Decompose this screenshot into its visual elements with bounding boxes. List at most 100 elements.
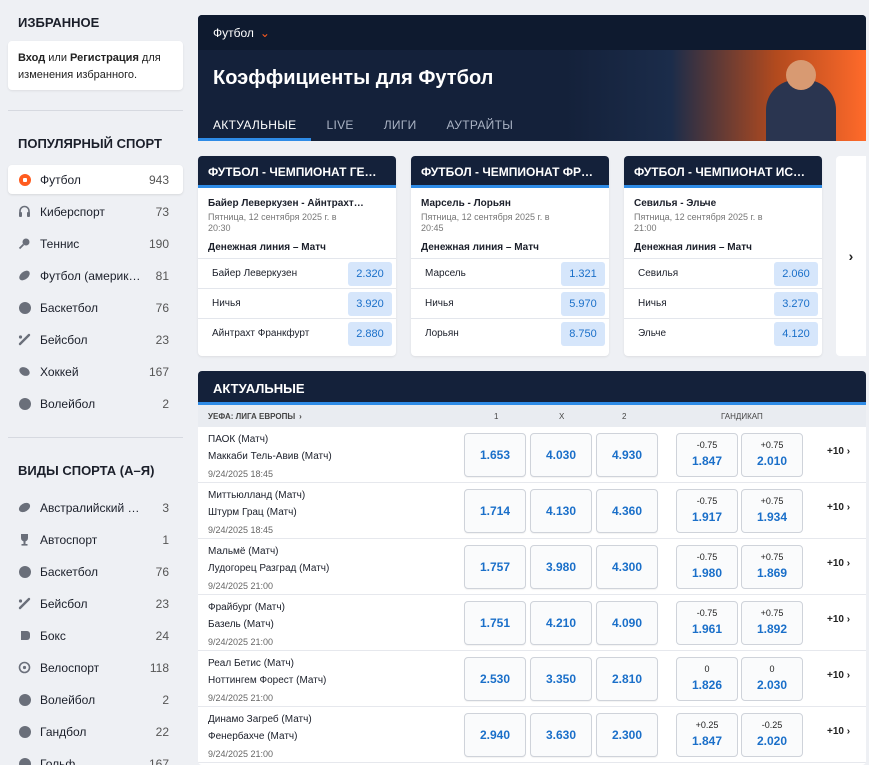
handicap-home-button[interactable]: -0.75 1.847 — [676, 433, 738, 477]
odds-x-button[interactable]: 3.630 — [530, 713, 592, 757]
handicap-away-button[interactable]: +0.75 1.892 — [741, 601, 803, 645]
tab-live[interactable]: LIVE — [311, 111, 368, 141]
tab-actual[interactable]: АКТУАЛЬНЫЕ — [198, 111, 312, 141]
match-row[interactable]: ПАОК (Матч) Маккаби Тель-Авив (Матч) 9/2… — [198, 427, 866, 483]
odds-2-button[interactable]: 4.930 — [596, 433, 658, 477]
odds-1-button[interactable]: 1.757 — [464, 545, 526, 589]
sidebar-item-football[interactable]: Футбол 943 — [8, 165, 183, 194]
odds-button[interactable]: 2.320 — [348, 262, 392, 286]
match-row[interactable]: Миттьюлланд (Матч) Штурм Грац (Матч) 9/2… — [198, 483, 866, 539]
odds-row[interactable]: Марсель 1.321 — [411, 258, 609, 288]
handicap-home-button[interactable]: +0.25 1.847 — [676, 713, 738, 757]
odds-2-button[interactable]: 4.300 — [596, 545, 658, 589]
sidebar-item-basketball[interactable]: Баскетбол 76 — [8, 293, 183, 322]
actual-matches-panel: АКТУАЛЬНЫЕ УЕФА: ЛИГА ЕВРОПЫ › 1 X 2 ГАН… — [198, 371, 866, 765]
odds-row[interactable]: Севилья 2.060 — [624, 258, 822, 288]
match-row[interactable]: Реал Бетис (Матч) Ноттингем Форест (Матч… — [198, 651, 866, 707]
sidebar-item-american-football[interactable]: Футбол (америк… 81 — [8, 261, 183, 290]
more-markets-button[interactable]: +10 › — [827, 558, 850, 569]
odds-1-button[interactable]: 2.940 — [464, 713, 526, 757]
card-match-title[interactable]: Севилья - Эльче — [624, 188, 822, 209]
sidebar-item-volleyball[interactable]: Волейбол 2 — [8, 389, 183, 418]
sidebar-item-tennis[interactable]: Теннис 190 — [8, 229, 183, 258]
card-league[interactable]: ФУТБОЛ - ЧЕМПИОНАТ ГЕ… — [198, 156, 396, 188]
sidebar-item-basketball-az[interactable]: Баскетбол 76 — [8, 557, 183, 586]
odds-1-button[interactable]: 1.751 — [464, 601, 526, 645]
card-match-title[interactable]: Байер Леверкузен - Айнтрахт… — [198, 188, 396, 209]
card-match-title[interactable]: Марсель - Лорьян — [411, 188, 609, 209]
odds-row[interactable]: Лорьян 8.750 — [411, 318, 609, 348]
odds-row[interactable]: Эльче 4.120 — [624, 318, 822, 348]
odds-button[interactable]: 5.970 — [561, 292, 605, 316]
home-team: Мальмё (Матч) — [208, 546, 279, 557]
odds-2-button[interactable]: 2.810 — [596, 657, 658, 701]
more-markets-button[interactable]: +10 › — [827, 614, 850, 625]
handicap-home-button[interactable]: 0 1.826 — [676, 657, 738, 701]
sidebar-item-esports[interactable]: Киберспорт 73 — [8, 197, 183, 226]
handicap-away-button[interactable]: +0.75 1.869 — [741, 545, 803, 589]
odds-row[interactable]: Ничья 3.270 — [624, 288, 822, 318]
odds-button[interactable]: 2.880 — [348, 322, 392, 346]
odds-1-button[interactable]: 2.530 — [464, 657, 526, 701]
match-row[interactable]: Мальмё (Матч) Лудогорец Разград (Матч) 9… — [198, 539, 866, 595]
more-markets-button[interactable]: +10 › — [827, 502, 850, 513]
more-markets-button[interactable]: +10 › — [827, 446, 850, 457]
odds-2-button[interactable]: 4.090 — [596, 601, 658, 645]
more-markets-button[interactable]: +10 › — [827, 726, 850, 737]
odds-button[interactable]: 1.321 — [561, 262, 605, 286]
odds-2-button[interactable]: 4.360 — [596, 489, 658, 533]
odds-button[interactable]: 2.060 — [774, 262, 818, 286]
odds-x-button[interactable]: 4.030 — [530, 433, 592, 477]
handicap-away-button[interactable]: 0 2.030 — [741, 657, 803, 701]
sidebar-item-volleyball-az[interactable]: Волейбол 2 — [8, 685, 183, 714]
cycling-icon — [18, 661, 31, 674]
match-row[interactable]: Динамо Загреб (Матч) Фенербахче (Матч) 9… — [198, 707, 866, 763]
sidebar-item-australian-football[interactable]: Австралийский … 3 — [8, 493, 183, 522]
sidebar-item-baseball[interactable]: Бейсбол 23 — [8, 325, 183, 354]
odds-2-button[interactable]: 2.300 — [596, 713, 658, 757]
odds-x-button[interactable]: 4.130 — [530, 489, 592, 533]
match-row[interactable]: Фрайбург (Матч) Базель (Матч) 9/24/2025 … — [198, 595, 866, 651]
volleyball-icon — [18, 397, 31, 410]
tab-leagues[interactable]: ЛИГИ — [369, 111, 432, 141]
odds-row[interactable]: Ничья 3.920 — [198, 288, 396, 318]
odds-row[interactable]: Ничья 5.970 — [411, 288, 609, 318]
odds-button[interactable]: 3.920 — [348, 292, 392, 316]
handicap-home-button[interactable]: -0.75 1.961 — [676, 601, 738, 645]
login-link[interactable]: Вход — [18, 52, 45, 64]
sidebar-item-cycling[interactable]: Велоспорт 118 — [8, 653, 183, 682]
tab-outrights[interactable]: АУТРАЙТЫ — [432, 111, 529, 141]
odds-x-button[interactable]: 3.350 — [530, 657, 592, 701]
sport-selector[interactable]: Футбол ⌄ — [198, 15, 866, 50]
league-header[interactable]: УЕФА: ЛИГА ЕВРОПЫ › 1 X 2 ГАНДИКАП — [198, 405, 866, 427]
odds-1-button[interactable]: 1.653 — [464, 433, 526, 477]
sidebar-item-golf[interactable]: Гольф 167 — [8, 749, 183, 765]
odds-1-button[interactable]: 1.714 — [464, 489, 526, 533]
odds-row[interactable]: Айнтрахт Франкфурт 2.880 — [198, 318, 396, 348]
more-markets-button[interactable]: +10 › — [827, 670, 850, 681]
odds-button[interactable]: 8.750 — [561, 322, 605, 346]
handicap-away-button[interactable]: +0.75 2.010 — [741, 433, 803, 477]
odds-x-button[interactable]: 4.210 — [530, 601, 592, 645]
sidebar-item-motorsport[interactable]: Автоспорт 1 — [8, 525, 183, 554]
home-team: ПАОК (Матч) — [208, 434, 269, 445]
sidebar-item-handball[interactable]: Гандбол 22 — [8, 717, 183, 746]
handicap-away-button[interactable]: +0.75 1.934 — [741, 489, 803, 533]
handicap-odds: 2.030 — [756, 678, 788, 692]
sidebar-item-hockey[interactable]: Хоккей 167 — [8, 357, 183, 386]
odds-row[interactable]: Байер Леверкузен 2.320 — [198, 258, 396, 288]
odds-button[interactable]: 4.120 — [774, 322, 818, 346]
odds-x-button[interactable]: 3.980 — [530, 545, 592, 589]
sport-selector-label: Футбол — [213, 25, 254, 40]
odds-button[interactable]: 3.270 — [774, 292, 818, 316]
card-league[interactable]: ФУТБОЛ - ЧЕМПИОНАТ ИС… — [624, 156, 822, 188]
handicap-home-button[interactable]: -0.75 1.917 — [676, 489, 738, 533]
handicap-away-button[interactable]: -0.25 2.020 — [741, 713, 803, 757]
sidebar-item-boxing[interactable]: Бокс 24 — [8, 621, 183, 650]
register-link[interactable]: Регистрация — [70, 52, 139, 64]
sidebar-item-baseball-az[interactable]: Бейсбол 23 — [8, 589, 183, 618]
handicap-home-button[interactable]: -0.75 1.980 — [676, 545, 738, 589]
carousel-next-button[interactable]: › — [836, 156, 866, 356]
card-date: Пятница, 12 сентября 2025 г. в 20:30 — [198, 209, 396, 240]
card-league[interactable]: ФУТБОЛ - ЧЕМПИОНАТ ФР… — [411, 156, 609, 188]
